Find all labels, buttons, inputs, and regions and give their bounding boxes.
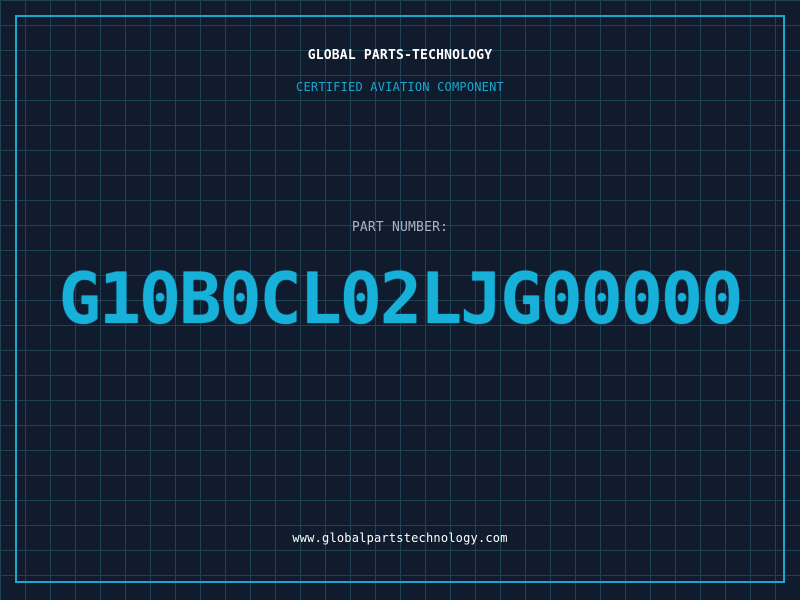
certification-tagline: CERTIFIED AVIATION COMPONENT	[296, 80, 504, 94]
company-name: GLOBAL PARTS-TECHNOLOGY	[307, 48, 493, 63]
part-number-label: PART NUMBER:	[351, 220, 449, 235]
part-number-value: G10B0CL02LJG00000	[58, 258, 743, 340]
label-canvas: GLOBAL PARTS-TECHNOLOGY CERTIFIED AVIATI…	[0, 0, 800, 600]
website-url: www.globalpartstechnology.com	[292, 531, 508, 545]
